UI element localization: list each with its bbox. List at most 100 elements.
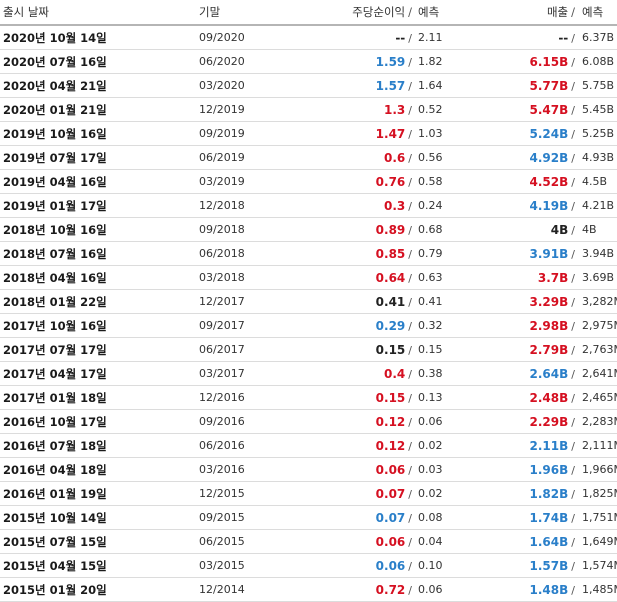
release-date: 2020년 07월 16일 (0, 49, 199, 74)
revenue-actual: 3.29B (529, 294, 569, 309)
fiscal-period: 09/2019 (199, 121, 303, 146)
eps-forecast: 1.64 (412, 73, 472, 98)
eps-slash: / (408, 367, 412, 381)
eps-actual: 0.07 (375, 510, 406, 525)
eps-slash: / (408, 175, 412, 189)
revenue-actual: 1.57B (529, 558, 569, 573)
revenue-cell: 4.52B / (472, 169, 575, 194)
revenue-cell: 5.24B / (472, 121, 575, 146)
release-date: 2019년 10월 16일 (0, 121, 199, 146)
eps-cell: 0.12/ (303, 409, 412, 434)
eps-forecast: 0.13 (412, 385, 472, 410)
release-date: 2016년 01월 19일 (0, 481, 199, 506)
eps-slash: / (408, 535, 412, 549)
revenue-actual: 2.11B (529, 438, 569, 453)
release-date: 2017년 07월 17일 (0, 337, 199, 362)
header-revenue-forecast[interactable]: 예측 (575, 0, 617, 26)
release-date: 2017년 04월 17일 (0, 361, 199, 386)
eps-cell: 0.64/ (303, 265, 412, 290)
table-row: 2020년 10월 14일 09/2020 --/2.11 --/6.37B (0, 25, 617, 50)
table-row: 2015년 04월 15일 03/2015 0.06/0.10 1.57B/1,574… (0, 553, 617, 578)
table-row: 2017년 10월 16일 09/2017 0.29/0.32 2.98B/2,975… (0, 313, 617, 338)
eps-cell: 0.72/ (303, 577, 412, 602)
release-date: 2016년 04월 18일 (0, 457, 199, 482)
revenue-cell: 4B / (472, 217, 575, 242)
eps-actual: 0.06 (375, 558, 406, 573)
revenue-slash: / (571, 31, 575, 45)
table-row: 2015년 10월 14일 09/2015 0.07/0.08 1.74B/1,751… (0, 505, 617, 530)
revenue-slash: / (571, 151, 575, 165)
revenue-actual: 3.91B (529, 246, 569, 261)
eps-cell: 0.6/ (303, 145, 412, 170)
revenue-cell: 1.64B / (472, 529, 575, 554)
table-header-row: 출시 날짜 기말 주당순이익 / 예측 매출 / 예측 (0, 0, 617, 26)
eps-actual: 1.47 (375, 126, 406, 141)
fiscal-period: 09/2015 (199, 505, 303, 530)
eps-cell: 1.3/ (303, 97, 412, 122)
release-date: 2017년 10월 16일 (0, 313, 199, 338)
revenue-slash: / (571, 415, 575, 429)
revenue-forecast: 5.25B (575, 121, 617, 146)
revenue-cell: 3.7B / (472, 265, 575, 290)
revenue-actual: 1.96B (529, 462, 569, 477)
eps-forecast: 0.38 (412, 361, 472, 386)
fiscal-period: 12/2015 (199, 481, 303, 506)
revenue-forecast: 3.94B (575, 241, 617, 266)
table-row: 2019년 10월 16일 09/2019 1.47/1.03 5.24B/5.25B (0, 121, 617, 146)
fiscal-period: 06/2017 (199, 337, 303, 362)
revenue-slash: / (571, 79, 575, 93)
revenue-slash: / (571, 295, 575, 309)
eps-cell: 0.89/ (303, 217, 412, 242)
table-row: 2019년 01월 17일 12/2018 0.3/0.24 4.19B/4.21B (0, 193, 617, 218)
eps-cell: 0.06/ (303, 553, 412, 578)
eps-forecast: 1.03 (412, 121, 472, 146)
revenue-actual: 1.48B (529, 582, 569, 597)
eps-forecast: 0.68 (412, 217, 472, 242)
eps-actual: 0.4 (384, 366, 406, 381)
revenue-actual: 5.24B (529, 126, 569, 141)
eps-cell: 1.57/ (303, 73, 412, 98)
eps-slash: / (408, 415, 412, 429)
table-row: 2017년 04월 17일03/20170.4/0.382.64B/2,641M (0, 361, 617, 386)
header-revenue[interactable]: 매출 / (472, 0, 575, 26)
revenue-slash: / (571, 511, 575, 525)
eps-cell: 0.29/ (303, 313, 412, 338)
header-period[interactable]: 기말 (199, 0, 303, 26)
fiscal-period: 09/2018 (199, 217, 303, 242)
eps-slash: / (408, 511, 412, 525)
eps-actual: 0.89 (375, 222, 406, 237)
eps-slash: / (408, 199, 412, 213)
header-eps-forecast[interactable]: 예측 (412, 0, 472, 26)
eps-actual: 1.3 (384, 102, 406, 117)
table-row: 2020년 07월 16일 06/2020 1.59/1.82 6.15B/6.08B (0, 49, 617, 74)
header-date[interactable]: 출시 날짜 (0, 0, 199, 26)
header-eps[interactable]: 주당순이익 / (303, 0, 412, 26)
revenue-slash: / (571, 487, 575, 501)
table-row: 2016년 04월 18일 03/2016 0.06/0.03 1.96B/1,966… (0, 457, 617, 482)
revenue-actual: -- (558, 30, 569, 45)
eps-slash: / (408, 55, 412, 69)
eps-slash: / (408, 31, 412, 45)
revenue-slash: / (571, 271, 575, 285)
table-row: 2015년 01월 20일 12/2014 0.72/0.06 1.48B/1,485… (0, 577, 617, 602)
revenue-forecast: 1,485M (575, 577, 617, 602)
eps-actual: 0.6 (384, 150, 406, 165)
eps-slash: / (408, 559, 412, 573)
fiscal-period: 03/2018 (199, 265, 303, 290)
eps-actual: 0.76 (375, 174, 406, 189)
table-row: 2018년 10월 16일 09/2018 0.89/0.68 4B/4B (0, 217, 617, 242)
eps-slash: / (408, 463, 412, 477)
fiscal-period: 06/2020 (199, 49, 303, 74)
table-row: 2017년 01월 18일 12/2016 0.15/0.13 2.48B/2,465… (0, 385, 617, 410)
revenue-forecast: 4.21B (575, 193, 617, 218)
eps-actual: 1.57 (375, 78, 406, 93)
eps-forecast: 0.10 (412, 553, 472, 578)
revenue-actual: 5.47B (529, 102, 569, 117)
fiscal-period: 06/2015 (199, 529, 303, 554)
revenue-actual: 1.82B (529, 486, 569, 501)
table-row: 2020년 04월 21일 03/2020 1.57/1.64 5.77B/5.75B (0, 73, 617, 98)
eps-cell: 1.47/ (303, 121, 412, 146)
fiscal-period: 12/2016 (199, 385, 303, 410)
revenue-slash: / (571, 343, 575, 357)
fiscal-period: 09/2020 (199, 25, 303, 50)
